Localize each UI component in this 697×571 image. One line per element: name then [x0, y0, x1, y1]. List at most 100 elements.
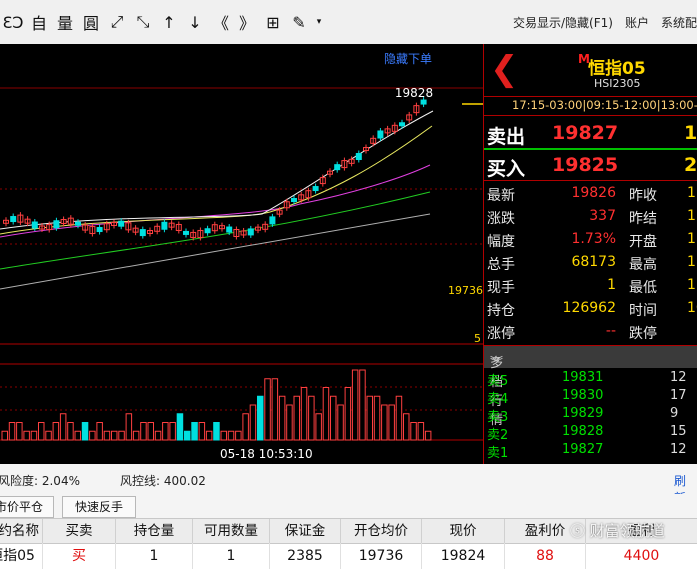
volume-bar: [23, 430, 30, 441]
position-margin: 2385: [270, 543, 341, 569]
stat-row: 最新 19826 昨收 1: [484, 182, 697, 205]
account-link[interactable]: 账户: [625, 14, 649, 31]
depth-table: 卖5 19831 12 卖4 19830 17 卖3 19829 9 卖2 19…: [484, 369, 697, 461]
system-config-link[interactable]: 系统配: [661, 14, 697, 31]
volume-icon[interactable]: 量: [52, 8, 78, 36]
contract-title: 恒指05: [588, 59, 646, 79]
column-header[interactable]: 保证金: [270, 519, 341, 543]
quote-panel: ❮ M 恒指05 HSI2305 17:15-03:00|09:15-12:00…: [483, 44, 697, 464]
stat-value: 337: [589, 208, 616, 224]
hide-order-link[interactable]: 隐藏下单: [384, 50, 432, 67]
ma-line-white: [0, 110, 434, 230]
toolbar-links: 交易显示/隐藏(F1) 账户 系统配: [501, 0, 697, 44]
depth-row[interactable]: 卖1 19827 12: [484, 441, 697, 461]
double-right-icon[interactable]: 》: [234, 8, 260, 36]
volume-bar: [286, 404, 293, 441]
position-pnl-points: 88: [505, 543, 586, 569]
volume-bar: [337, 404, 344, 441]
column-header[interactable]: 可用数量: [193, 519, 270, 543]
stat-label: 涨跌: [487, 211, 515, 227]
volume-bar: [417, 422, 425, 441]
volume-bar: [257, 395, 264, 441]
volume-bar: [373, 395, 381, 441]
divider: [484, 180, 697, 181]
volume-bar: [395, 395, 403, 441]
auto-icon[interactable]: 自: [26, 8, 52, 36]
bid-row[interactable]: 买入 19825 2: [484, 150, 697, 182]
depth-label: 卖1: [487, 446, 509, 461]
position-pnl: 4400: [586, 543, 697, 569]
candlestick-chart[interactable]: 19828 19736 5 05-18 10:53:10 隐藏下单: [0, 44, 483, 464]
column-header[interactable]: 持仓量: [116, 519, 193, 543]
expand-icon[interactable]: ⤢: [104, 8, 130, 36]
risk-degree: 风险度: 2.04%: [0, 474, 80, 488]
volume-bar: [424, 430, 432, 441]
position-name: 恒指05: [0, 543, 43, 569]
volume-bar: [162, 422, 169, 441]
volume-bar: [366, 395, 373, 441]
volume-bar: [308, 395, 315, 441]
chart-canvas: 19828 19736 5 05-18 10:53:10: [0, 86, 483, 461]
stat-label: 最高: [629, 257, 657, 273]
chart-icon[interactable]: 圓: [78, 8, 104, 36]
column-header[interactable]: 现价: [422, 519, 505, 543]
volume-bar: [330, 395, 337, 441]
stat-label: 幅度: [487, 234, 515, 250]
volume-bar: [169, 422, 176, 441]
column-header[interactable]: 买卖: [43, 519, 116, 543]
depth-price: 19829: [562, 406, 604, 421]
stat-row: 涨跌 337 昨结 1: [484, 205, 697, 228]
depth-row[interactable]: 卖4 19830 17: [484, 387, 697, 407]
volume-bar: [271, 378, 279, 441]
bid-qty: 2: [684, 154, 697, 176]
depth-qty: 12: [670, 442, 687, 457]
depth-row[interactable]: 卖3 19829 9: [484, 405, 697, 425]
chevron-down-icon[interactable]: ▾: [312, 8, 326, 36]
volume-bar: [67, 422, 74, 441]
stat-value: 126962: [562, 300, 616, 316]
crosshair-time-label: 05-18 10:53:10: [220, 447, 313, 461]
volume-bar: [118, 430, 125, 441]
volume-bar: [205, 430, 213, 441]
arrow-down-icon[interactable]: ↓: [182, 8, 208, 36]
collapse-icon[interactable]: ⤡: [130, 8, 156, 36]
double-left-icon[interactable]: 《: [208, 8, 234, 36]
column-header[interactable]: 开仓均价: [341, 519, 422, 543]
volume-bar: [74, 430, 81, 441]
pen-icon[interactable]: ✎: [286, 8, 312, 36]
volume-bar: [278, 395, 286, 441]
volume-bar: [125, 413, 133, 441]
depth-header[interactable]: 多档行情 ︾: [484, 345, 697, 428]
stat-label: 总手: [487, 257, 515, 273]
volume-bar: [176, 413, 184, 441]
depth-price: 19831: [562, 370, 604, 385]
toggle-trade-display-link[interactable]: 交易显示/隐藏(F1): [513, 14, 613, 31]
volume-bar: [111, 430, 118, 441]
volume-bar: [89, 430, 96, 441]
position-available: 1: [193, 543, 270, 569]
volume-bar: [147, 422, 154, 441]
arrow-up-icon[interactable]: ↑: [156, 8, 182, 36]
quick-reverse-button[interactable]: 快速反手: [62, 496, 136, 518]
toolbar-icons: ƐƆ 自 量 圓 ⤢ ⤡ ↑ ↓ 《 》 ⊞ ✎ ▾: [0, 0, 326, 44]
market-close-button[interactable]: 市价平仓: [0, 496, 54, 518]
volume-bar: [403, 413, 410, 441]
volume-bar: [103, 430, 111, 441]
ask-row[interactable]: 卖出 19827 1: [484, 118, 697, 150]
grid-icon[interactable]: ⊞: [260, 8, 286, 36]
back-arrow-icon[interactable]: ❮: [490, 52, 519, 86]
column-header[interactable]: 合约名称: [0, 519, 43, 543]
volume-scale-label: 5: [474, 332, 481, 345]
ask-price: 19827: [552, 122, 619, 144]
volume-bar: [227, 430, 235, 441]
depth-row[interactable]: 卖2 19828 15: [484, 423, 697, 443]
stat-value: 1: [687, 277, 696, 293]
volume-bar: [30, 430, 38, 441]
volume-bar: [184, 430, 191, 441]
table-row[interactable]: 恒指05 买 1 1 2385 19736 19824 88 4400: [0, 543, 697, 569]
stat-value: 1: [687, 231, 696, 247]
depth-row[interactable]: 卖5 19831 12: [484, 369, 697, 389]
3d-icon[interactable]: ƐƆ: [0, 8, 26, 36]
volume-bar: [220, 430, 227, 441]
stat-row: 涨停 -- 跌停: [484, 320, 697, 343]
